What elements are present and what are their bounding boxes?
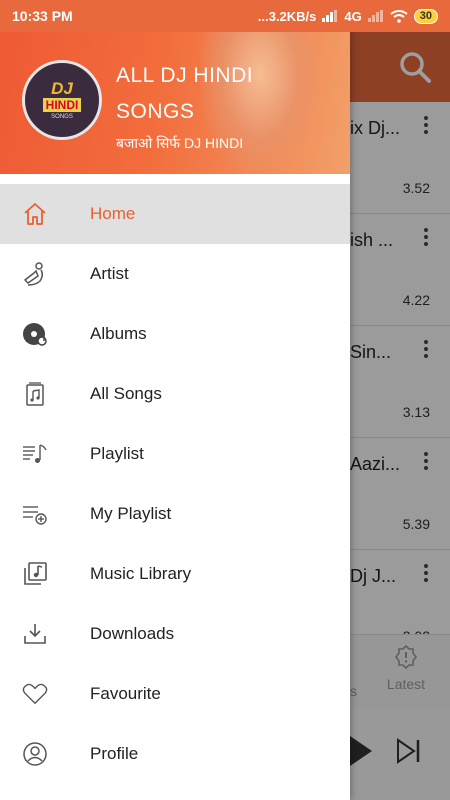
menu-label: Music Library xyxy=(90,564,192,583)
status-right: ...3.2KB/s 4G 30 xyxy=(257,8,438,24)
menu-item-profile[interactable]: Profile xyxy=(0,724,350,784)
home-icon xyxy=(22,201,48,227)
network-type: 4G xyxy=(344,8,362,24)
heart-icon xyxy=(22,681,48,707)
menu-item-albums[interactable]: Albums xyxy=(0,304,350,364)
menu-label: Home xyxy=(90,204,136,223)
menu-item-favourite[interactable]: Favourite xyxy=(0,664,350,724)
menu-label: Artist xyxy=(90,264,129,283)
artist-icon xyxy=(22,261,48,287)
signal-icon xyxy=(322,10,338,22)
playlist-icon xyxy=(22,441,48,467)
menu-item-playlist[interactable]: Playlist xyxy=(0,424,350,484)
wifi-icon xyxy=(390,9,408,23)
menu-label: Favourite xyxy=(90,684,161,703)
app-title: ALL DJ HINDI SONGS xyxy=(116,64,254,123)
logo-hindi-text: HINDI xyxy=(42,98,82,112)
menu-item-my-playlist[interactable]: My Playlist xyxy=(0,484,350,544)
menu-label: My Playlist xyxy=(90,504,172,523)
network-speed: ...3.2KB/s xyxy=(257,8,317,24)
status-time: 10:33 PM xyxy=(12,8,73,24)
navigation-drawer: DJ HINDI SONGS ALL DJ HINDI SONGS बजाओ स… xyxy=(0,0,350,800)
download-icon xyxy=(22,621,48,647)
logo-dj-text: DJ xyxy=(51,79,73,98)
music-library-icon xyxy=(22,561,48,587)
menu-item-home[interactable]: Home xyxy=(0,184,350,244)
profile-icon xyxy=(22,741,48,767)
menu-item-downloads[interactable]: Downloads xyxy=(0,604,350,664)
all-songs-icon xyxy=(22,381,48,407)
drawer-header: DJ HINDI SONGS ALL DJ HINDI SONGS बजाओ स… xyxy=(0,32,350,174)
app-subtitle: बजाओ सिर्फ DJ HINDI xyxy=(116,135,244,151)
battery-icon: 30 xyxy=(413,8,438,24)
album-icon xyxy=(22,321,48,347)
logo-songs-text: SONGS xyxy=(51,114,73,120)
status-bar: 10:33 PM ...3.2KB/s 4G 30 xyxy=(0,0,450,32)
menu-label: Playlist xyxy=(90,444,144,463)
drawer-menu: Home Artist Albums All Songs Playlist My… xyxy=(0,184,350,784)
my-playlist-icon xyxy=(22,501,48,527)
menu-label: Downloads xyxy=(90,624,175,643)
menu-label: Albums xyxy=(90,324,147,343)
menu-item-music-library[interactable]: Music Library xyxy=(0,544,350,604)
menu-item-all-songs[interactable]: All Songs xyxy=(0,364,350,424)
menu-label: Profile xyxy=(90,744,139,763)
menu-label: All Songs xyxy=(90,384,162,403)
app-logo: DJ HINDI SONGS xyxy=(22,60,102,140)
signal-icon-2 xyxy=(367,10,383,22)
menu-item-artist[interactable]: Artist xyxy=(0,244,350,304)
